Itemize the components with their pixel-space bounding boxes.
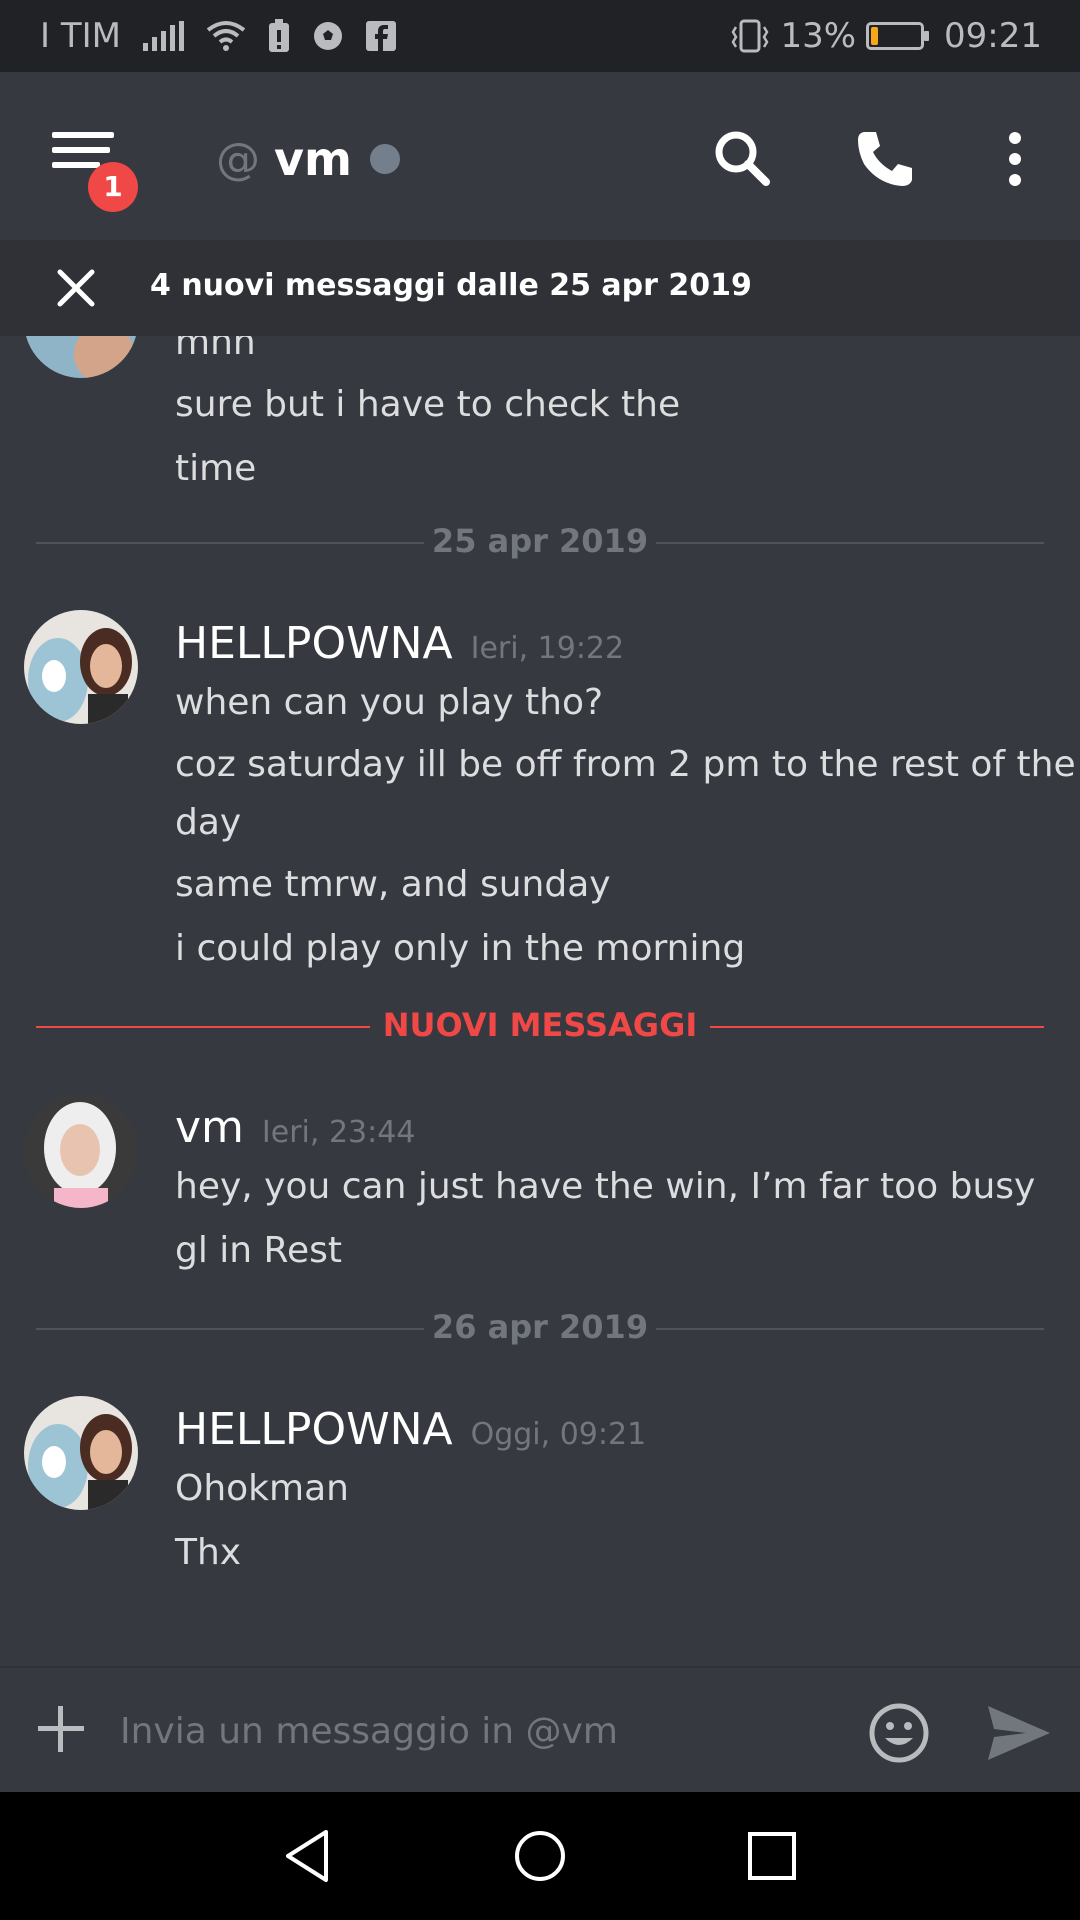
message-line: Ohokman [175,1468,349,1509]
channel-header: 1 @ vm [0,72,1080,240]
home-icon[interactable] [510,1826,570,1886]
message-line: coz saturday ill be off from 2 pm to the… [175,744,1076,785]
battery-saver-icon [268,19,289,52]
add-attachment-icon[interactable] [38,1706,84,1752]
message-line: i could play only in the morning [175,928,746,969]
channel-name: vm [274,132,352,186]
new-messages-divider: NUOVI MESSAGGI [36,1006,1044,1046]
message-line: sure but i have to check the [175,384,681,425]
signal-icon [142,21,184,51]
system-nav-bar [0,1792,1080,1920]
soccer-ball-icon [313,22,342,50]
new-messages-text: 4 nuovi messaggi dalle 25 apr 2019 [150,268,752,303]
close-icon[interactable] [54,266,98,310]
battery-percent: 13% [780,16,857,56]
message-line: day [175,802,242,843]
message-line: time [175,448,257,489]
avatar[interactable] [24,610,138,724]
message-line: mnn [175,336,256,363]
at-symbol: @ [216,133,260,185]
back-icon[interactable] [278,1826,338,1886]
status-bar: I TIM 13% 09:21 [0,0,1080,72]
author-name[interactable]: HELLPOWNA [175,618,453,669]
date-divider-label: 25 apr 2019 [431,522,649,560]
message-composer [0,1666,1080,1792]
message-list[interactable]: mnn sure but i have to check the time 25… [0,336,1080,1666]
author-name[interactable]: vm [175,1102,244,1153]
channel-title: @ vm [216,132,400,186]
message-author[interactable]: HELLPOWNA Ieri, 19:22 [175,618,624,669]
message-timestamp: Ieri, 23:44 [261,1115,416,1150]
emoji-icon[interactable] [868,1702,930,1764]
message-author[interactable]: vm Ieri, 23:44 [175,1102,415,1153]
message-line: gl in Rest [175,1230,342,1271]
send-icon[interactable] [986,1704,1052,1762]
facebook-icon [365,21,396,51]
message-line: hey, you can just have the win, I’m far … [175,1166,1036,1207]
message-line: when can you play tho? [175,682,604,723]
offline-status-icon [369,144,400,174]
date-divider: 26 apr 2019 [36,1308,1044,1348]
vibrate-icon [731,19,769,53]
more-icon[interactable] [980,124,1050,194]
wifi-icon [206,21,246,51]
author-name[interactable]: HELLPOWNA [175,1404,453,1455]
battery-icon [866,22,930,50]
notification-badge: 1 [88,162,138,212]
clock: 09:21 [944,16,1042,56]
avatar[interactable] [24,1396,138,1510]
new-messages-divider-label: NUOVI MESSAGGI [382,1006,698,1044]
message-author[interactable]: HELLPOWNA Oggi, 09:21 [175,1404,646,1455]
carrier-label: I TIM [40,16,121,56]
date-divider: 25 apr 2019 [36,522,1044,562]
message-line: same tmrw, and sunday [175,864,611,905]
message-input[interactable] [120,1698,840,1764]
recents-icon[interactable] [742,1826,802,1886]
search-icon[interactable] [708,124,778,194]
new-messages-bar[interactable]: 4 nuovi messaggi dalle 25 apr 2019 [0,240,1080,336]
avatar[interactable] [24,1094,138,1208]
avatar[interactable] [24,336,138,378]
date-divider-label: 26 apr 2019 [431,1308,649,1346]
message-timestamp: Ieri, 19:22 [470,631,625,666]
message-timestamp: Oggi, 09:21 [470,1417,647,1452]
phone-icon[interactable] [850,124,920,194]
message-line: Thx [175,1532,242,1573]
